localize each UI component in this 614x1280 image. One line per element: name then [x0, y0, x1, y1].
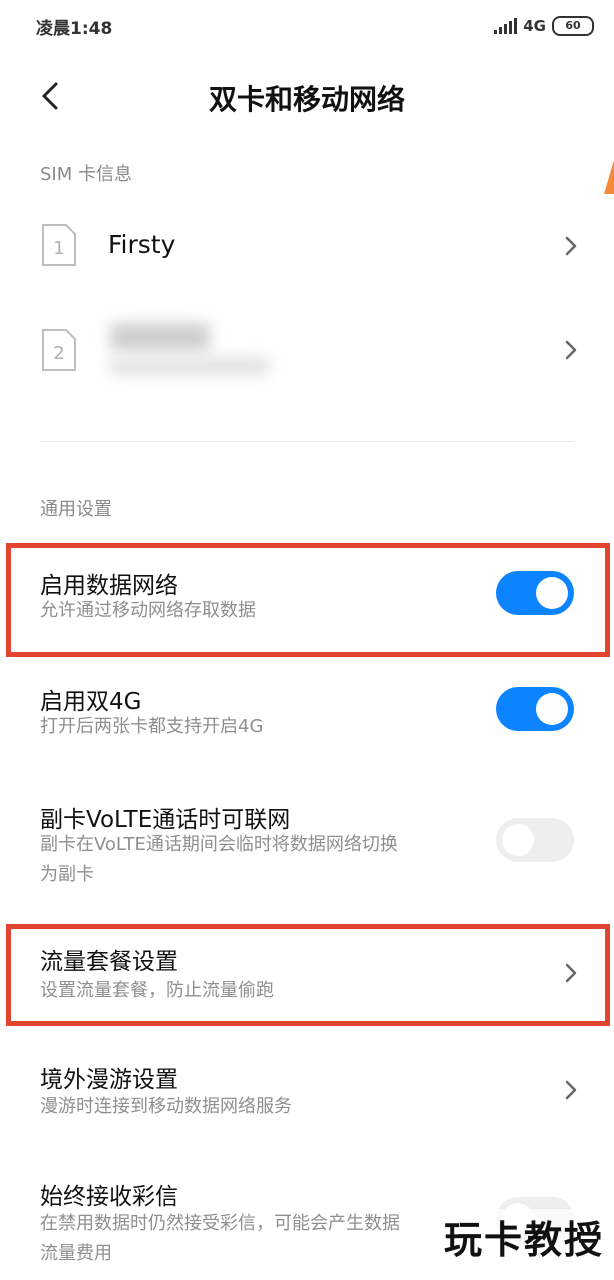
sim-card-1-name: Firsty: [108, 230, 176, 259]
page-title: 双卡和移动网络: [208, 83, 405, 116]
highlight-box: [6, 924, 610, 1026]
signal-icon: [494, 18, 518, 34]
sim-slot-2-icon: 2: [42, 329, 76, 371]
setting-title: 启用双4G: [40, 689, 142, 715]
sim-slot-1-icon: 1: [42, 224, 76, 266]
setting-title: 始终接收彩信: [40, 1184, 178, 1210]
setting-subtitle-line-1: 副卡在VoLTE通话期间会临时将数据网络切换: [40, 834, 398, 855]
status-time: 凌晨1:48: [36, 19, 113, 39]
watermark: 玩卡教授: [439, 1209, 608, 1264]
secondary-volte-data-toggle[interactable]: [496, 818, 574, 862]
sim-card-1-row[interactable]: 1 Firsty: [0, 200, 614, 290]
setting-title: 境外漫游设置: [40, 1067, 178, 1093]
sim-slot-1-number: 1: [53, 238, 64, 259]
roaming-settings-row[interactable]: 境外漫游设置 漫游时连接到移动数据网络服务: [0, 1050, 614, 1140]
highlight-box: [6, 543, 610, 657]
sim-slot-2-number: 2: [53, 343, 64, 364]
status-bar: 凌晨1:48 4G 60: [0, 0, 614, 56]
orange-mark-decoration: [604, 160, 614, 194]
setting-subtitle-line-2: 为副卡: [40, 864, 94, 885]
battery-icon: 60: [552, 16, 594, 36]
network-type: 4G: [523, 17, 546, 35]
enable-dual-4g-toggle[interactable]: [496, 687, 574, 731]
secondary-volte-data-row[interactable]: 副卡VoLTE通话时可联网 副卡在VoLTE通话期间会临时将数据网络切换 为副卡: [0, 790, 614, 900]
setting-title: 副卡VoLTE通话时可联网: [40, 807, 291, 833]
setting-subtitle-line-2: 流量费用: [40, 1243, 112, 1264]
battery-level: 60: [565, 19, 581, 32]
setting-subtitle: 漫游时连接到移动数据网络服务: [40, 1096, 292, 1117]
sim-card-2-row[interactable]: 2: [0, 305, 614, 395]
chevron-right-icon: [565, 1080, 577, 1100]
setting-subtitle: 打开后两张卡都支持开启4G: [40, 716, 264, 737]
redacted-sim-name: [110, 323, 210, 351]
redacted-sim-number: [110, 357, 270, 375]
chevron-right-icon: [565, 236, 577, 256]
header: 双卡和移动网络: [0, 62, 614, 132]
divider: [40, 441, 574, 442]
enable-dual-4g-row[interactable]: 启用双4G 打开后两张卡都支持开启4G: [0, 670, 614, 770]
general-section-label: 通用设置: [40, 499, 112, 520]
toggle-knob: [536, 693, 568, 725]
status-icons: 4G 60: [494, 16, 594, 36]
toggle-knob: [502, 824, 534, 856]
setting-subtitle-line-1: 在禁用数据时仍然接受彩信，可能会产生数据: [40, 1213, 400, 1234]
sim-section-label: SIM 卡信息: [40, 164, 132, 185]
chevron-right-icon: [565, 340, 577, 360]
